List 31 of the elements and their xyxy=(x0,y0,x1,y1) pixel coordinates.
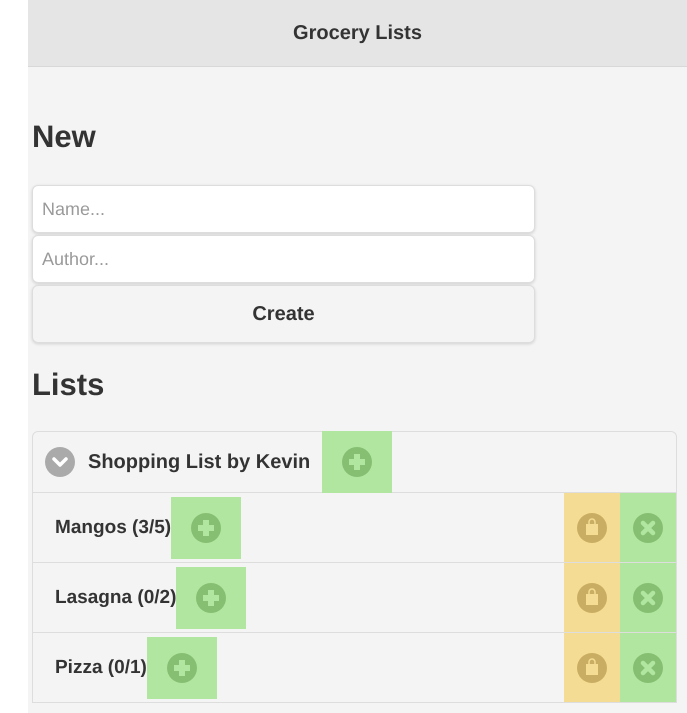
delete-button[interactable] xyxy=(620,633,676,702)
plus-icon xyxy=(196,582,226,612)
item-label: Pizza (0/1) xyxy=(55,656,147,678)
create-button[interactable]: Create xyxy=(32,285,535,343)
close-icon xyxy=(633,652,663,682)
close-icon xyxy=(633,512,663,542)
close-icon xyxy=(633,582,663,612)
add-button[interactable] xyxy=(176,566,246,628)
add-button[interactable] xyxy=(322,431,392,493)
section-heading: Lists xyxy=(32,367,106,403)
bag-button[interactable] xyxy=(564,633,620,702)
bag-button[interactable] xyxy=(564,493,620,562)
list-title: Shopping List by Kevin xyxy=(88,450,310,474)
delete-button[interactable] xyxy=(620,493,676,562)
delete-button[interactable] xyxy=(620,563,676,632)
name-field[interactable]: Name... xyxy=(32,185,535,233)
section-heading: New xyxy=(32,119,97,155)
bag-icon xyxy=(577,512,607,542)
bag-button[interactable] xyxy=(564,563,620,632)
page-title: Grocery Lists xyxy=(293,22,422,44)
author-field[interactable]: Author... xyxy=(32,235,535,283)
bag-icon xyxy=(577,652,607,682)
bag-icon xyxy=(577,582,607,612)
item-label: Lasagna (0/2) xyxy=(55,586,176,608)
plus-icon xyxy=(191,512,222,542)
plus-icon xyxy=(342,447,372,477)
add-button[interactable] xyxy=(146,636,217,698)
add-button[interactable] xyxy=(171,496,242,558)
item-label: Mangos (3/5) xyxy=(55,516,172,538)
chevron-icon[interactable] xyxy=(45,447,75,477)
plus-icon xyxy=(166,652,197,682)
